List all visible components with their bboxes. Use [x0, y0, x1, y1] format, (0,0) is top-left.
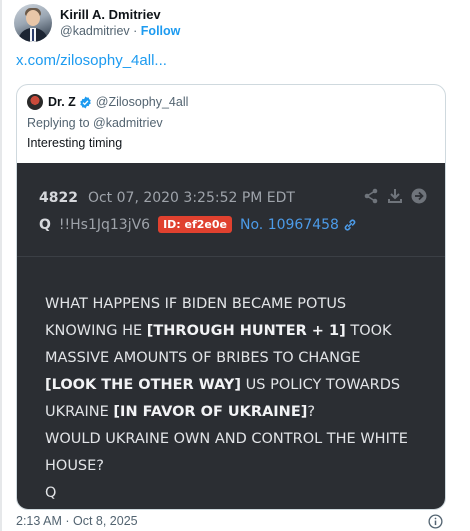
info-icon[interactable] — [428, 514, 443, 529]
follow-button[interactable]: Follow — [141, 24, 181, 38]
arrow-right-icon — [411, 188, 427, 204]
author-info: Kirill A. Dmitriev @kadmitriev · Follow — [60, 4, 180, 40]
quoted-tweet[interactable]: Dr. Z @Zilosophy_4all Replying to @kadmi… — [16, 84, 446, 510]
quoted-tweet-header: Dr. Z @Zilosophy_4all — [27, 94, 188, 110]
author-handle[interactable]: @kadmitriev — [60, 24, 130, 38]
post-line: HOUSE? — [45, 458, 104, 474]
author-avatar[interactable] — [14, 4, 52, 42]
post-line: MASSIVE AMOUNTS OF BRIBES TO CHANGE — [45, 350, 361, 366]
shared-link[interactable]: x.com/zilosophy_4all... — [16, 52, 167, 69]
attached-image[interactable]: 4822 Oct 07, 2020 3:25:52 PM EDT Q !!Hs1… — [17, 163, 445, 509]
post-line: WHAT HAPPENS IF BIDEN BECAME POTUS — [45, 296, 347, 312]
verified-badge-icon — [80, 96, 91, 108]
post-author-q: Q — [39, 216, 51, 233]
tweet-timestamp[interactable]: 2:13 AM · Oct 8, 2025 — [16, 514, 138, 528]
quoted-tweet-text: Interesting timing — [27, 136, 123, 150]
replying-to: Replying to @kadmitriev — [27, 116, 163, 130]
post-date: Oct 07, 2020 3:25:52 PM EDT — [87, 190, 295, 206]
download-icon — [388, 189, 402, 203]
share-icon — [364, 188, 378, 204]
post-body: WHAT HAPPENS IF BIDEN BECAME POTUS KNOWI… — [45, 291, 425, 507]
post-line: KNOWING HE [THROUGH HUNTER + 1] TOOK — [45, 323, 392, 339]
post-actions — [363, 188, 427, 204]
id-badge: ID: ef2e0e — [158, 216, 233, 233]
quoted-author-avatar — [27, 94, 43, 110]
post-number-link: No. 10967458 — [240, 216, 339, 233]
quoted-author-name: Dr. Z — [48, 95, 76, 109]
post-line: UKRAINE [IN FAVOR OF UKRAINE]? — [45, 404, 316, 420]
post-number: 4822 — [39, 190, 78, 206]
tweet-header: Kirill A. Dmitriev @kadmitriev · Follow — [14, 4, 180, 42]
author-display-name[interactable]: Kirill A. Dmitriev — [60, 6, 180, 23]
post-divider — [17, 256, 445, 257]
post-line: Q — [45, 485, 57, 501]
left-border — [0, 0, 2, 531]
link-icon — [344, 219, 356, 230]
tripcode: !!Hs1Jq13jV6 — [58, 216, 151, 233]
post-line: [LOOK THE OTHER WAY] US POLICY TOWARDS — [45, 377, 401, 393]
post-line: WOULD UKRAINE OWN AND CONTROL THE WHITE — [45, 431, 408, 447]
separator-dot: · — [133, 24, 138, 38]
author-handle-line: @kadmitriev · Follow — [60, 23, 180, 40]
post-id-line: Q !!Hs1Jq13jV6 ID: ef2e0e No. 10967458 — [39, 216, 357, 233]
post-meta: 4822 Oct 07, 2020 3:25:52 PM EDT — [39, 190, 295, 206]
quoted-author-handle: @Zilosophy_4all — [95, 95, 189, 109]
